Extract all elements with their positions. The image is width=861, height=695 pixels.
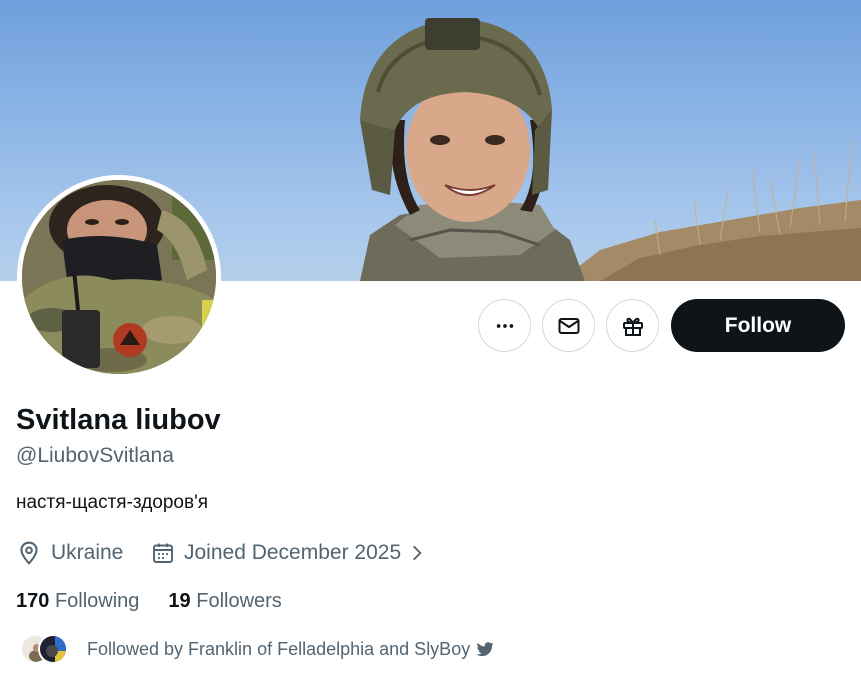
calendar-icon bbox=[153, 543, 173, 563]
following-label: Following bbox=[54, 590, 140, 612]
location-pin-icon bbox=[20, 541, 38, 565]
profile-avatar[interactable] bbox=[17, 175, 221, 379]
message-button[interactable] bbox=[542, 299, 595, 352]
chevron-right-icon bbox=[413, 545, 422, 561]
profile-handle: @LiubovSvitlana bbox=[16, 444, 174, 467]
more-icon bbox=[496, 323, 513, 328]
profile-name: Svitlana liubov bbox=[16, 404, 221, 436]
gift-icon bbox=[622, 317, 643, 336]
follow-button[interactable]: Follow bbox=[671, 299, 845, 352]
mail-icon bbox=[558, 317, 579, 334]
profile-bio: настя-щастя-здоров'я bbox=[16, 492, 208, 513]
followed-by[interactable]: Followed by Franklin of Felladelphia and… bbox=[18, 630, 495, 668]
profile-joined[interactable]: Joined December 2025 bbox=[151, 539, 427, 567]
followers-label: Followers bbox=[196, 590, 282, 612]
gift-button[interactable] bbox=[606, 299, 659, 352]
following-count: 170 bbox=[16, 590, 50, 612]
location-text: Ukraine bbox=[51, 541, 124, 564]
follower-avatar bbox=[38, 634, 68, 664]
followed-by-avatars bbox=[18, 630, 74, 668]
avatar-photo bbox=[22, 180, 216, 374]
followers-link[interactable]: 19 Followers bbox=[168, 590, 281, 613]
following-link[interactable]: 170 Following bbox=[16, 590, 139, 613]
profile-stats: 170 Following 19 Followers bbox=[16, 590, 282, 613]
bird-icon bbox=[476, 642, 494, 657]
followed-by-text: Followed by Franklin of Felladelphia and… bbox=[87, 638, 471, 659]
more-button[interactable] bbox=[478, 299, 531, 352]
followers-count: 19 bbox=[168, 590, 191, 612]
profile-location: Ukraine bbox=[16, 539, 123, 567]
joined-text: Joined December 2025 bbox=[184, 541, 402, 564]
